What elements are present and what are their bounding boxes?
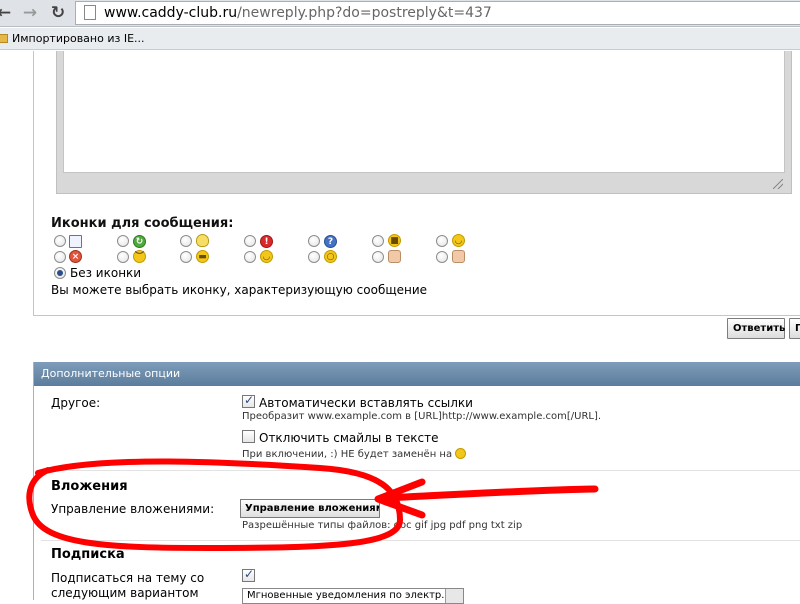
document-icon bbox=[69, 235, 82, 248]
post-icon-radio[interactable] bbox=[117, 251, 129, 263]
post-icon-radio[interactable] bbox=[436, 251, 448, 263]
url-domain: www.caddy-club.ru bbox=[104, 5, 238, 21]
manage-attachments-label: Управление вложениями: bbox=[51, 502, 215, 516]
auto-links-label: Автоматически вставлять ссылки bbox=[259, 396, 473, 410]
subscription-mode-value: Мгновенные уведомления по электр... bbox=[247, 590, 451, 601]
question-icon: ? bbox=[324, 235, 337, 248]
reload-icon[interactable]: ↻ bbox=[48, 3, 68, 23]
folder-icon bbox=[0, 34, 8, 43]
post-icon-radio[interactable] bbox=[54, 251, 66, 263]
smile-icon bbox=[455, 448, 467, 459]
back-arrow-icon[interactable]: ← bbox=[0, 3, 14, 23]
manage-attachments-button[interactable]: Управление вложениями bbox=[240, 499, 380, 518]
lightbulb-icon bbox=[196, 234, 209, 247]
subscribe-label-line1: Подписаться на тему со bbox=[51, 571, 205, 585]
post-icon-radio[interactable] bbox=[372, 251, 384, 263]
smilies-help: При включении, :) НЕ будет заменён на bbox=[242, 448, 467, 460]
thumbs-up-icon bbox=[452, 250, 465, 263]
reply-button[interactable]: Ответить bbox=[727, 318, 785, 339]
bookmarks-bar: Импортировано из IE... bbox=[0, 28, 800, 50]
no-icon-radio[interactable] bbox=[54, 267, 66, 279]
other-label: Другое: bbox=[51, 396, 101, 410]
post-icon-radio[interactable] bbox=[244, 251, 256, 263]
resize-grip-icon[interactable] bbox=[773, 179, 783, 189]
browser-toolbar: ← → ↻ www.caddy-club.ru/newreply.php?do=… bbox=[0, 0, 800, 27]
post-icon-radio[interactable] bbox=[372, 235, 384, 247]
no-icon-label: Без иконки bbox=[70, 266, 142, 280]
post-icon-radio[interactable] bbox=[244, 235, 256, 247]
disable-smilies-label: Отключить смайлы в тексте bbox=[259, 431, 439, 445]
frown-icon: ︶ bbox=[133, 250, 146, 263]
bookmark-imported-ie[interactable]: Импортировано из IE... bbox=[12, 32, 145, 45]
arrow-icon: ↻ bbox=[133, 235, 146, 248]
post-icon-radio[interactable] bbox=[308, 251, 320, 263]
additional-options-header: Дополнительные опции bbox=[34, 362, 800, 386]
angry-icon: × bbox=[69, 250, 82, 263]
post-icon-radio[interactable] bbox=[117, 235, 129, 247]
allowed-file-types: Разрешённые типы файлов: doc gif jpg pdf… bbox=[242, 520, 523, 531]
post-icon-radio[interactable] bbox=[180, 235, 192, 247]
forward-arrow-icon[interactable]: → bbox=[20, 3, 40, 23]
mad-icon: ▬ bbox=[196, 250, 209, 263]
post-icon-radio[interactable] bbox=[54, 235, 66, 247]
smile-icon: ◡ bbox=[452, 234, 465, 247]
eek-icon: ○ bbox=[324, 250, 337, 263]
post-icon-hint: Вы можете выбрать иконку, характеризующу… bbox=[51, 283, 428, 297]
thumbs-down-icon bbox=[388, 250, 401, 263]
auto-links-checkbox[interactable] bbox=[242, 393, 255, 408]
subscription-title: Подписка bbox=[51, 547, 125, 562]
tongue-icon: ◡ bbox=[260, 250, 273, 263]
post-icon-radio[interactable] bbox=[436, 235, 448, 247]
divider bbox=[41, 470, 800, 471]
dropdown-arrow-icon bbox=[445, 589, 463, 603]
subscribe-label-line2: следующим вариантом bbox=[51, 586, 199, 600]
attachments-title: Вложения bbox=[51, 479, 128, 494]
smilies-help-text: При включении, :) НЕ будет заменён на bbox=[242, 449, 453, 460]
preview-button[interactable]: Пр bbox=[789, 318, 800, 339]
page-icon bbox=[84, 5, 96, 20]
url-path: /newreply.php?do=postreply&t=437 bbox=[237, 5, 492, 21]
disable-smilies-checkbox[interactable] bbox=[242, 430, 255, 443]
subscription-mode-select[interactable]: Мгновенные уведомления по электр... bbox=[242, 588, 464, 604]
post-icons-title: Иконки для сообщения: bbox=[51, 216, 234, 231]
address-bar[interactable]: www.caddy-club.ru/newreply.php?do=postre… bbox=[75, 1, 800, 25]
subscribe-checkbox[interactable] bbox=[242, 567, 255, 582]
message-textarea[interactable] bbox=[63, 51, 785, 173]
auto-links-help: Преобразит www.example.com в [URL]http:/… bbox=[242, 411, 602, 422]
message-editor bbox=[56, 51, 792, 194]
cool-icon: ■ bbox=[388, 234, 401, 247]
exclamation-icon: ! bbox=[260, 235, 273, 248]
post-icon-radio[interactable] bbox=[180, 251, 192, 263]
post-icon-radio[interactable] bbox=[308, 235, 320, 247]
divider bbox=[41, 540, 800, 541]
